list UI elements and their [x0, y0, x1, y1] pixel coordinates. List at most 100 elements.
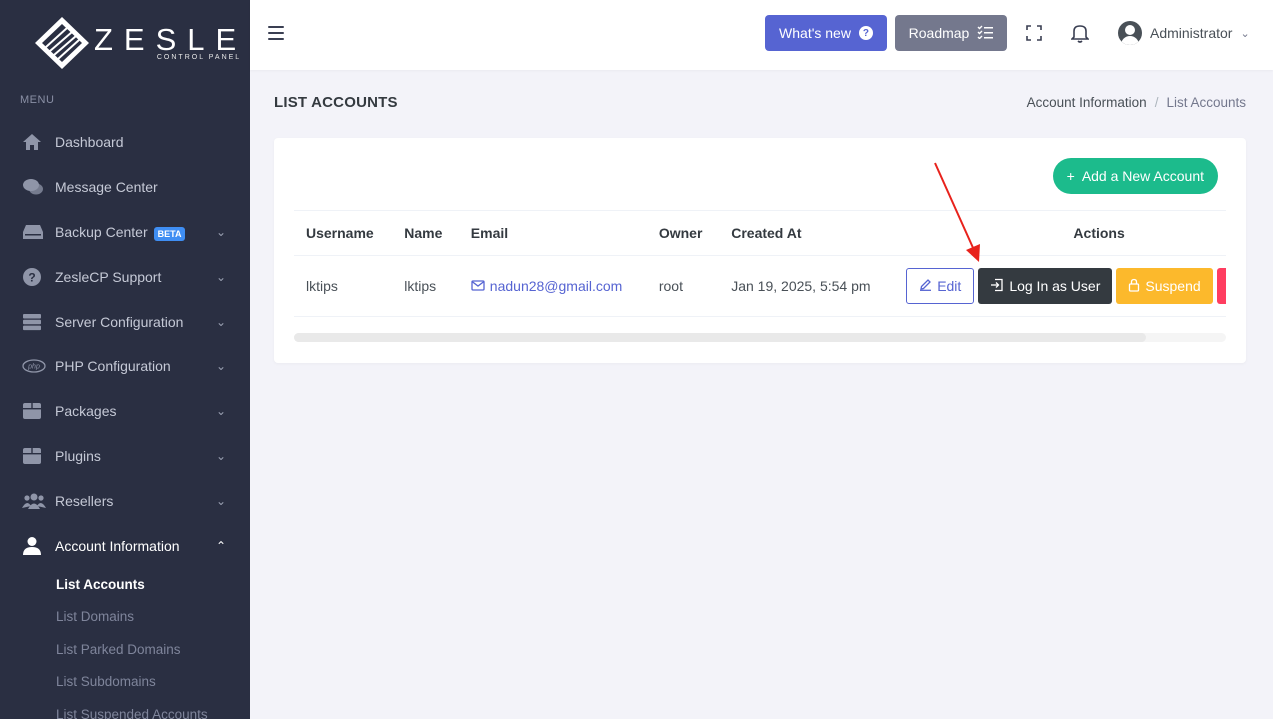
- sidebar-item-label: Plugins: [55, 447, 101, 464]
- avatar: [1118, 21, 1142, 45]
- checklist-icon: [977, 25, 994, 42]
- sidebar-item-label: Account Information: [55, 537, 180, 554]
- package-icon: [22, 401, 46, 421]
- mail-icon: [471, 278, 485, 294]
- logo-title: ZESLE: [94, 22, 248, 57]
- users-icon: [22, 491, 46, 511]
- menu-toggle-icon[interactable]: [268, 26, 284, 40]
- sidebar-item-label: Message Center: [55, 179, 158, 196]
- cell-email: nadun28@gmail.com: [458, 255, 647, 317]
- sidebar-item-backup-center[interactable]: Backup Center BETA ⌄: [0, 210, 250, 255]
- plus-icon: +: [1066, 168, 1075, 184]
- log-in-as-user-label: Log In as User: [1009, 278, 1101, 294]
- column-header-username: Username: [294, 210, 393, 256]
- cell-created-at: Jan 19, 2025, 5:54 pm: [719, 255, 895, 317]
- submenu-item-list-accounts[interactable]: List Accounts: [56, 568, 250, 601]
- column-header-name: Name: [392, 210, 459, 256]
- column-header-actions: Actions: [894, 210, 1226, 256]
- accounts-table: Username Name Email Owner Created At Act…: [294, 210, 1226, 317]
- email-text: nadun28@gmail.com: [489, 278, 623, 294]
- add-account-label: Add a New Account: [1081, 168, 1204, 184]
- svg-text:php: php: [27, 364, 40, 371]
- submenu-item-list-subdomains[interactable]: List Subdomains: [56, 665, 250, 698]
- add-account-button[interactable]: + Add a New Account: [1052, 158, 1218, 194]
- chat-icon: [22, 177, 46, 197]
- home-icon: [22, 132, 46, 152]
- menu-heading: MENU: [20, 94, 55, 106]
- cell-name: lktips: [392, 255, 459, 317]
- column-header-email: Email: [458, 210, 647, 256]
- cell-owner: root: [646, 255, 720, 317]
- suspend-label: Suspend: [1145, 278, 1201, 294]
- sidebar-item-plugins[interactable]: Plugins ⌄: [0, 434, 250, 479]
- pencil-icon: [919, 278, 932, 294]
- submenu-item-list-suspended-accounts[interactable]: List Suspended Accounts: [56, 698, 250, 719]
- question-icon: ?: [858, 26, 873, 40]
- sidebar-item-server-configuration[interactable]: Server Configuration ⌄: [0, 299, 250, 344]
- submenu-item-list-parked-domains[interactable]: List Parked Domains: [56, 633, 250, 666]
- sidebar-item-label: Dashboard: [55, 134, 124, 151]
- column-header-owner: Owner: [646, 210, 720, 256]
- chevron-down-icon: ⌄: [216, 404, 227, 419]
- sidebar-item-message-center[interactable]: Message Center: [0, 165, 250, 210]
- submenu-item-list-domains[interactable]: List Domains: [56, 600, 250, 633]
- chevron-down-icon: ⌄: [216, 314, 227, 329]
- sidebar-item-packages[interactable]: Packages ⌄: [0, 389, 250, 434]
- lock-icon: [1128, 278, 1140, 295]
- help-icon: ?: [22, 267, 46, 287]
- login-icon: [990, 278, 1004, 295]
- roadmap-button[interactable]: Roadmap: [895, 15, 1007, 51]
- chevron-down-icon: ⌄: [216, 359, 227, 374]
- edit-button[interactable]: Edit: [906, 268, 975, 304]
- whats-new-button[interactable]: What's new ?: [765, 15, 887, 51]
- sidebar-item-zeslecp-support[interactable]: ? ZesleCP Support ⌄: [0, 254, 250, 299]
- sidebar-item-php-configuration[interactable]: php PHP Configuration ⌄: [0, 344, 250, 389]
- sidebar-item-label: PHP Configuration: [55, 358, 171, 375]
- sidebar-item-label: Packages: [55, 403, 117, 420]
- chevron-down-icon: ⌄: [216, 493, 227, 508]
- user-name: Administrator: [1150, 25, 1233, 41]
- topbar: What's new ? Roadmap Administrator ⌄: [250, 0, 1273, 70]
- cell-username: lktips: [294, 255, 393, 317]
- plugin-icon: [22, 446, 46, 466]
- sidebar-item-label: ZesleCP Support: [55, 268, 162, 285]
- email-link[interactable]: nadun28@gmail.com: [471, 278, 623, 294]
- brand-logo[interactable]: ZESLE CONTROL PANEL: [0, 0, 250, 86]
- breadcrumb-account-information[interactable]: Account Information: [1027, 95, 1147, 110]
- breadcrumb-list-accounts: List Accounts: [1166, 95, 1246, 110]
- server-icon: [22, 312, 46, 332]
- logo-mark-icon: [34, 16, 90, 70]
- notification-bell-icon[interactable]: [1070, 23, 1090, 43]
- horizontal-scrollbar-thumb[interactable]: [294, 333, 1146, 342]
- table-row: lktips lktips nadun28@gmail.com root Jan…: [294, 255, 1226, 317]
- log-in-as-user-button[interactable]: Log In as User: [978, 268, 1113, 304]
- sidebar-item-dashboard[interactable]: Dashboard: [0, 120, 250, 165]
- delete-button[interactable]: T: [1216, 268, 1226, 304]
- chevron-down-icon: ⌄: [216, 269, 227, 284]
- drive-icon: [22, 222, 46, 242]
- chevron-down-icon: ⌄: [216, 448, 227, 463]
- suspend-button[interactable]: Suspend: [1116, 268, 1213, 304]
- accounts-card: + Add a New Account Username Name Email …: [274, 138, 1246, 363]
- page-title: LIST ACCOUNTS: [274, 94, 398, 111]
- beta-badge: BETA: [153, 226, 186, 241]
- accounts-table-container: Username Name Email Owner Created At Act…: [294, 210, 1226, 344]
- sidebar-item-label: Server Configuration: [55, 313, 184, 330]
- fullscreen-icon[interactable]: [1026, 25, 1042, 41]
- chevron-down-icon: ⌄: [1240, 27, 1250, 40]
- roadmap-label: Roadmap: [908, 25, 970, 41]
- edit-label: Edit: [937, 278, 962, 294]
- chevron-down-icon: ⌄: [216, 224, 227, 239]
- user-menu[interactable]: Administrator ⌄: [1118, 21, 1250, 45]
- table-header-row: Username Name Email Owner Created At Act…: [294, 210, 1226, 256]
- account-information-submenu: List Accounts List Domains List Parked D…: [0, 568, 250, 719]
- sidebar-item-label: Backup Center: [55, 223, 148, 240]
- sidebar-item-resellers[interactable]: Resellers ⌄: [0, 478, 250, 523]
- php-icon: php: [22, 356, 46, 376]
- svg-text:?: ?: [28, 270, 35, 284]
- column-header-created-at: Created At: [719, 210, 895, 256]
- cell-actions: Edit Log In as User Suspend: [894, 255, 1226, 317]
- sidebar-item-account-information[interactable]: Account Information ⌃: [0, 523, 250, 568]
- user-icon: [22, 536, 46, 556]
- sidebar: ZESLE CONTROL PANEL MENU Dashboard Messa…: [0, 0, 250, 719]
